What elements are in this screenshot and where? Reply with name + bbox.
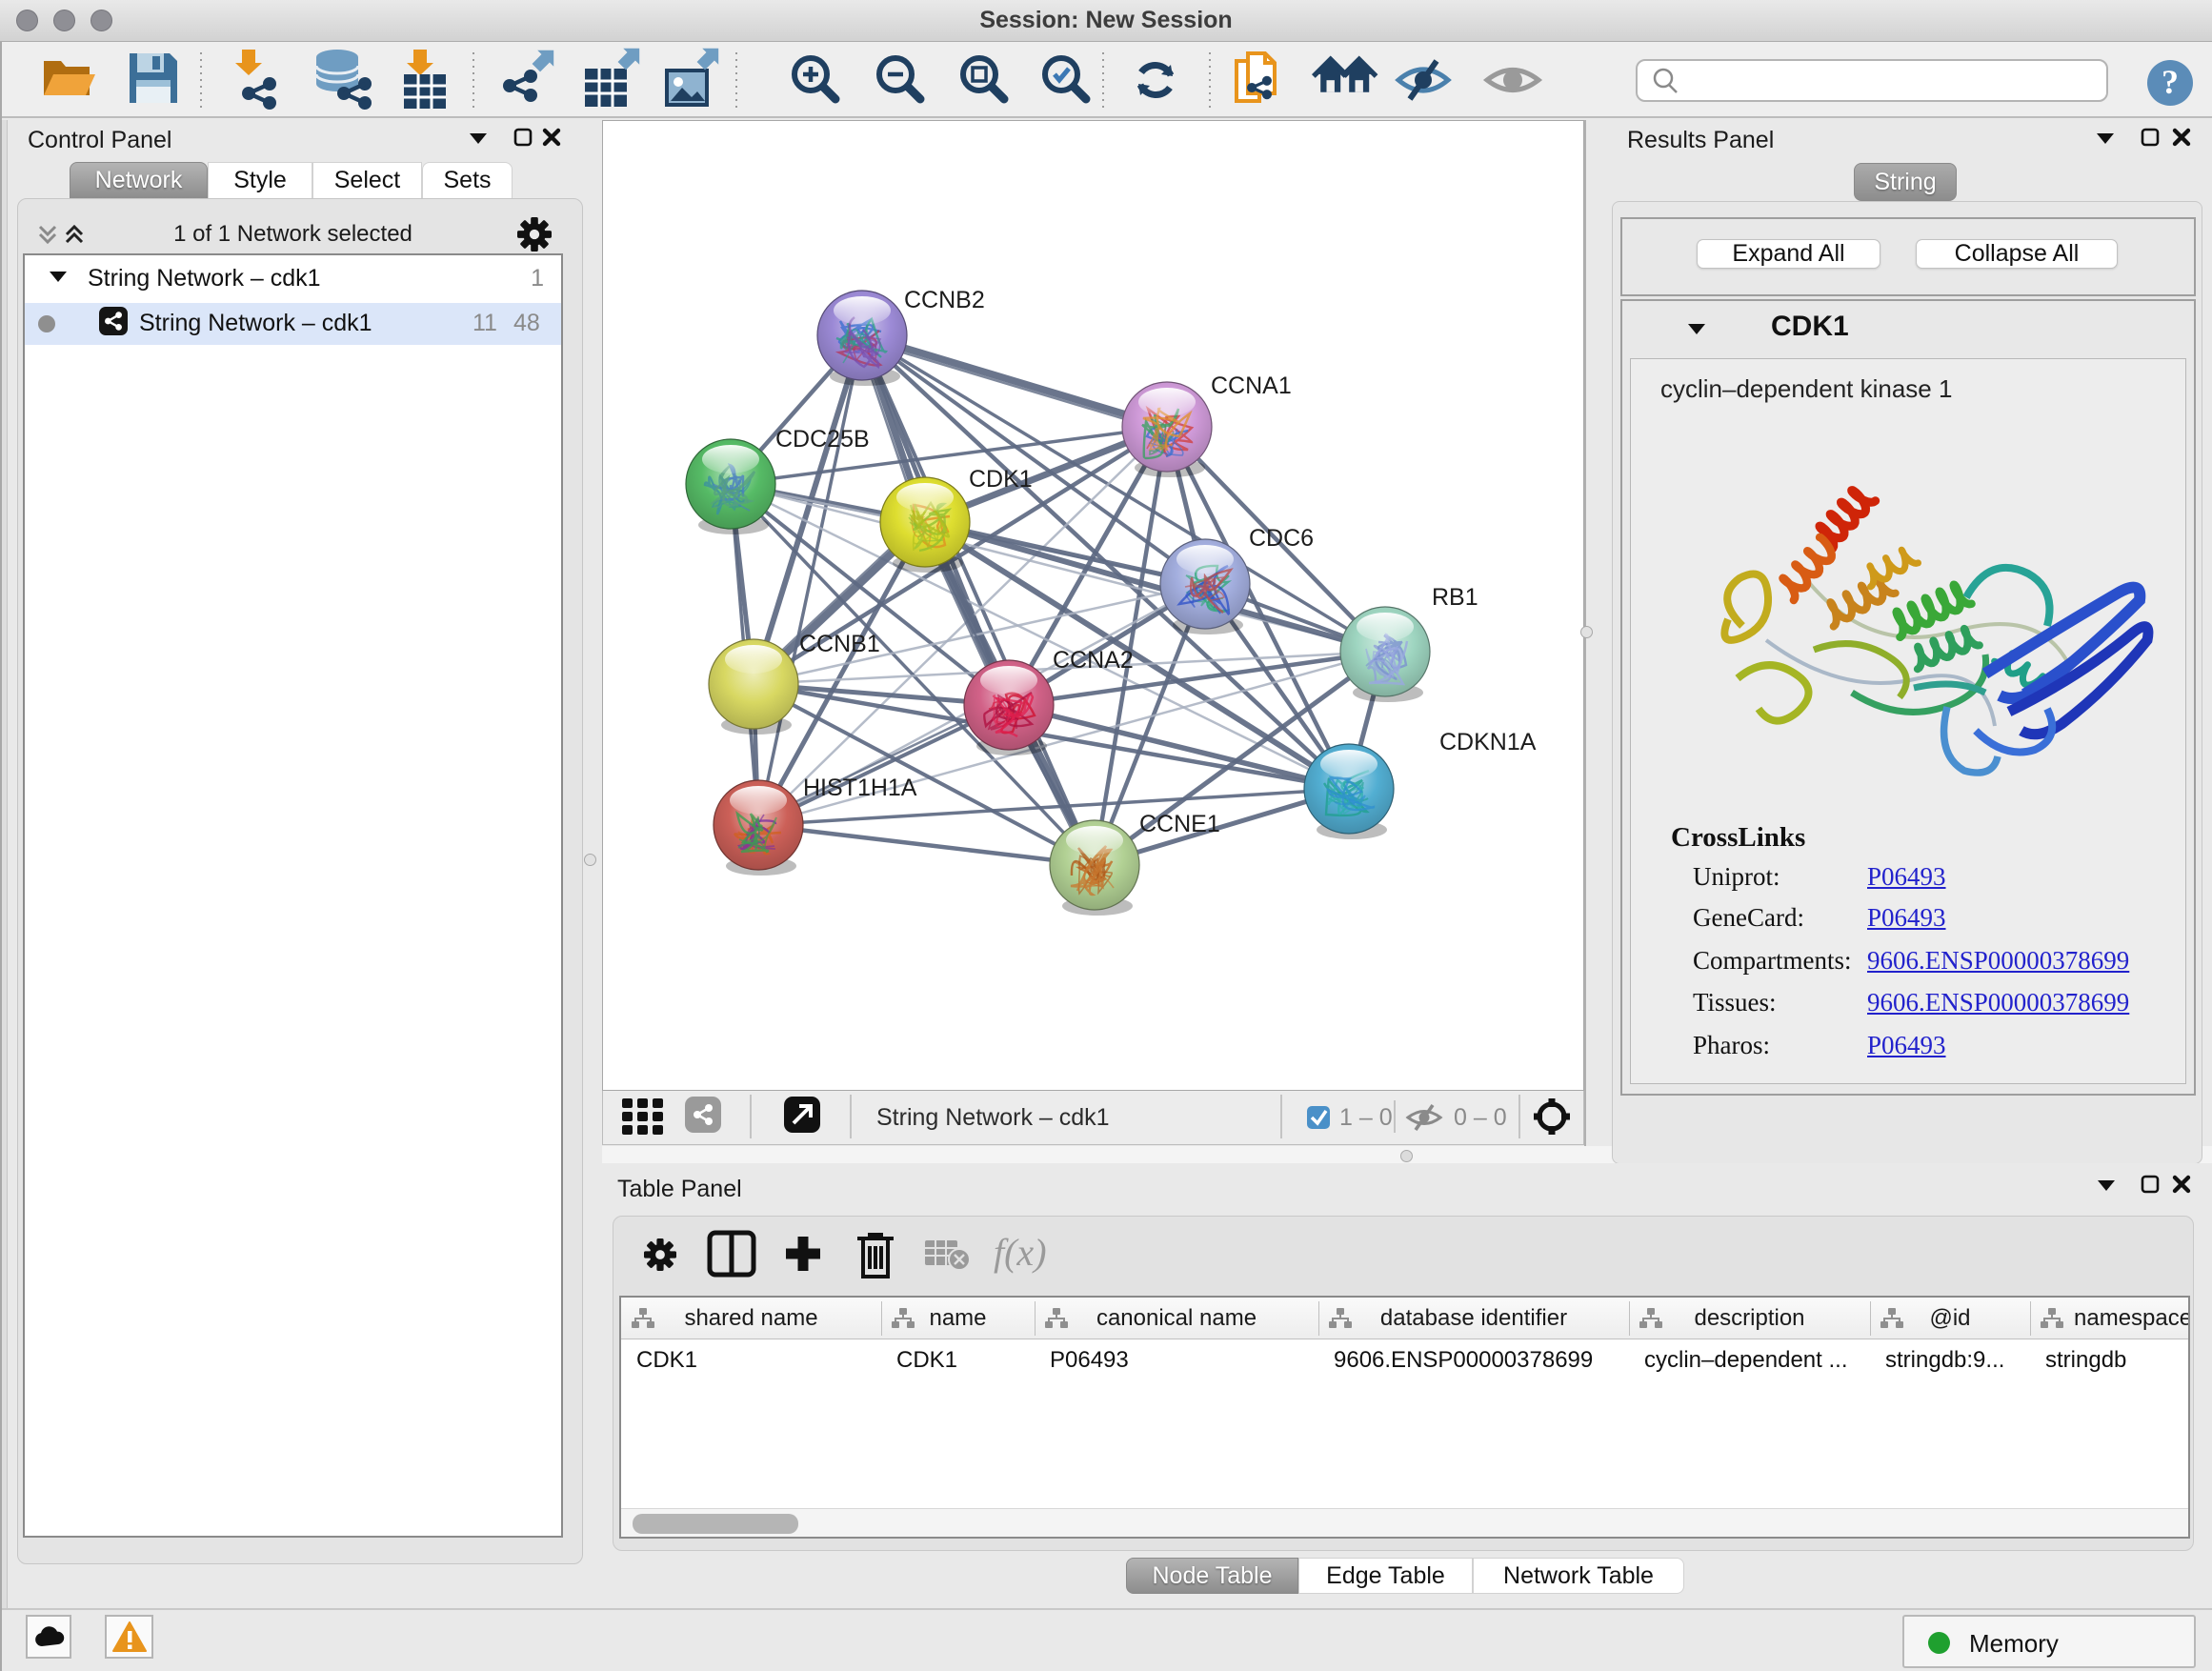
svg-text:CCNE1: CCNE1 (1139, 811, 1220, 837)
svg-text:CCNB2: CCNB2 (904, 287, 985, 313)
svg-text:?: ? (2162, 63, 2179, 101)
svg-text:CDK1: CDK1 (969, 466, 1033, 493)
svg-text:CCNA1: CCNA1 (1211, 372, 1292, 399)
svg-text:String Network – cdk1: String Network – cdk1 (876, 1104, 1110, 1131)
svg-text:0 – 0: 0 – 0 (1454, 1104, 1507, 1131)
svg-text:CCNA2: CCNA2 (1053, 647, 1134, 674)
svg-text:f(x): f(x) (994, 1231, 1047, 1274)
svg-text:RB1: RB1 (1432, 584, 1478, 611)
svg-text:CDC6: CDC6 (1249, 525, 1314, 552)
svg-text:HIST1H1A: HIST1H1A (803, 775, 917, 801)
svg-text:1 – 0: 1 – 0 (1339, 1104, 1393, 1131)
svg-text:CDKN1A: CDKN1A (1439, 729, 1537, 755)
svg-text:CDC25B: CDC25B (775, 426, 870, 453)
svg-text:CCNB1: CCNB1 (799, 631, 880, 657)
